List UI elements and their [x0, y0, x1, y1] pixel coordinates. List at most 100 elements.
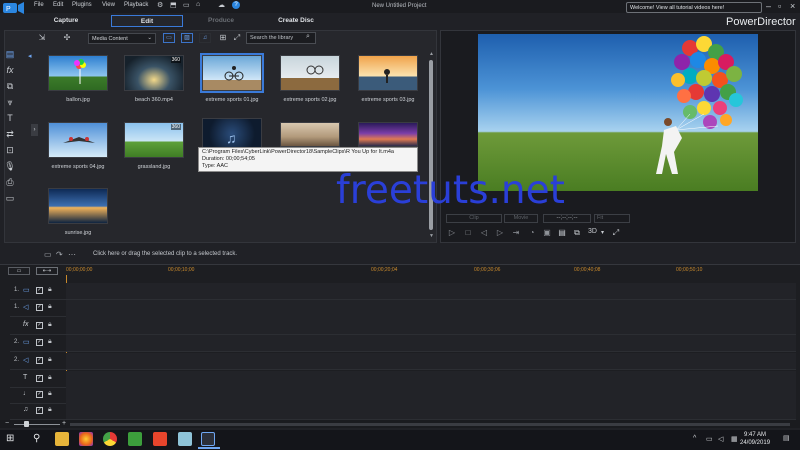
markers-icon[interactable]: ⋯	[68, 250, 76, 259]
media-thumbnail[interactable]: 360	[124, 55, 184, 91]
track-enable-checkbox[interactable]: ✓	[36, 322, 43, 329]
recorder-icon[interactable]	[153, 432, 167, 446]
track-lane[interactable]	[66, 283, 796, 299]
grid-view-icon[interactable]: ⊞	[218, 33, 228, 42]
volume-tray-icon[interactable]: ◁	[718, 435, 723, 443]
3d-mode-button[interactable]: 3D	[588, 228, 597, 235]
media-thumbnail[interactable]	[200, 53, 264, 93]
clock-date[interactable]: 24/09/2019	[740, 440, 770, 446]
plugins-icon[interactable]: ✣	[62, 33, 72, 42]
filter-audio-button[interactable]: ♫	[199, 33, 211, 43]
language-icon[interactable]: ▦	[731, 435, 738, 443]
lock-icon[interactable]: 🔒︎	[48, 406, 52, 414]
media-content-dropdown[interactable]: Media Content ⌄	[88, 33, 156, 44]
menu-view[interactable]: View	[102, 2, 115, 8]
windows-start-icon[interactable]: ⊞	[6, 433, 14, 444]
menu-plugins[interactable]: Plugins	[72, 2, 92, 8]
tab-capture[interactable]: Capture	[31, 15, 101, 27]
cart-icon[interactable]: ⌂	[196, 1, 200, 8]
track-enable-checkbox[interactable]: ✓	[36, 287, 43, 294]
lock-icon[interactable]: 🔒︎	[48, 356, 52, 364]
clock-time[interactable]: 9:47 AM	[744, 432, 766, 438]
pip-room-icon[interactable]: ⧉	[4, 81, 16, 92]
tab-produce[interactable]: Produce	[186, 15, 256, 27]
track-lane[interactable]	[66, 387, 796, 403]
media-thumbnail[interactable]	[358, 122, 418, 147]
lock-icon[interactable]: 🔒︎	[48, 303, 52, 311]
fit-dropdown[interactable]: Fit	[594, 214, 630, 223]
lock-icon[interactable]: 🔒︎	[48, 390, 52, 398]
track-enable-checkbox[interactable]: ✓	[36, 357, 43, 364]
notifications-icon[interactable]: ⬒	[170, 1, 177, 9]
welcome-tutorials-banner[interactable]: Welcome! View all tutorial videos here!	[626, 2, 762, 13]
network-icon[interactable]: ▭	[706, 435, 713, 443]
fx-room-icon[interactable]: fx	[4, 65, 16, 76]
timeline-ruler[interactable]: 00;00;00;00 00;00;10;00 00;00;20;04 00;0…	[66, 266, 796, 275]
scroll-down-icon[interactable]: ▼	[429, 233, 434, 239]
fit-timeline-button[interactable]: ⇤⇥	[36, 267, 58, 275]
tray-expand-icon[interactable]: ^	[693, 435, 696, 442]
zoom-out-icon[interactable]: −	[5, 420, 9, 427]
media-thumbnail[interactable]	[48, 122, 108, 158]
next-frame-icon[interactable]: ▷	[495, 228, 505, 238]
stop-icon[interactable]: □	[463, 228, 473, 238]
snapshot-icon[interactable]: ▣	[542, 228, 552, 238]
minimize-icon[interactable]: –	[766, 1, 771, 11]
subtitle-room-icon[interactable]: ▭	[4, 193, 16, 204]
ripple-edit-icon[interactable]: ↷	[56, 250, 63, 259]
track-enable-checkbox[interactable]: ✓	[36, 375, 43, 382]
powerdirector-taskbar-icon[interactable]	[201, 432, 215, 446]
transition-room-icon[interactable]: ⇄	[4, 129, 16, 140]
track-enable-checkbox[interactable]: ✓	[36, 304, 43, 311]
search-icon[interactable]: ⚲	[33, 433, 40, 444]
track-lane[interactable]	[66, 371, 796, 387]
track-enable-checkbox[interactable]: ✓	[36, 407, 43, 414]
file-explorer-icon[interactable]	[55, 432, 69, 446]
track-manager-icon[interactable]: ▭	[44, 250, 52, 259]
previous-frame-icon[interactable]: ◁	[479, 228, 489, 238]
particle-room-icon[interactable]: ⩔	[4, 97, 16, 108]
fast-forward-icon[interactable]: ⇥	[511, 228, 521, 238]
firefox-icon[interactable]	[79, 432, 93, 446]
import-media-icon[interactable]: ⇲	[37, 33, 47, 42]
clip-mode-button[interactable]: Clip	[446, 214, 502, 223]
timeline-view-button[interactable]: ▭	[8, 267, 30, 275]
undock-icon[interactable]: ⧉	[572, 228, 582, 238]
camtasia-icon[interactable]	[128, 432, 142, 446]
expand-library-icon[interactable]: ›	[31, 124, 38, 136]
lock-icon[interactable]: 🔒︎	[48, 286, 52, 294]
chapter-room-icon[interactable]: ⎙	[4, 177, 16, 188]
tab-create-disc[interactable]: Create Disc	[261, 15, 331, 27]
track-enable-checkbox[interactable]: ✓	[36, 391, 43, 398]
media-thumbnail[interactable]	[48, 188, 108, 224]
timecode-display[interactable]: --;--;--;--	[543, 214, 591, 223]
settings-gear-icon[interactable]: ⚙	[157, 1, 163, 9]
filter-image-button[interactable]: ▨	[181, 33, 193, 43]
close-icon[interactable]: ×	[790, 1, 795, 11]
media-thumbnail[interactable]: 360	[124, 122, 184, 158]
media-thumbnail[interactable]	[280, 55, 340, 91]
notepad-icon[interactable]	[178, 432, 192, 446]
preview-quality-icon[interactable]: ▤	[557, 228, 567, 238]
menu-file[interactable]: File	[34, 2, 44, 8]
help-icon[interactable]: ?	[232, 1, 240, 9]
scroll-up-icon[interactable]: ▲	[429, 51, 434, 57]
tab-edit[interactable]: Edit	[111, 15, 183, 27]
maximize-icon[interactable]: ▫	[778, 1, 781, 11]
expand-view-icon[interactable]: ⤢	[232, 33, 242, 42]
track-enable-checkbox[interactable]: ✓	[36, 339, 43, 346]
filter-video-button[interactable]: ▭	[163, 33, 175, 43]
track-lane[interactable]	[66, 318, 796, 334]
media-room-icon[interactable]: ▤	[4, 49, 16, 60]
display-icon[interactable]: ▭	[183, 1, 190, 9]
lock-icon[interactable]: 🔒︎	[48, 338, 52, 346]
audio-mixing-room-icon[interactable]: ⊡	[4, 145, 16, 156]
media-thumbnail[interactable]	[48, 55, 108, 91]
chrome-icon[interactable]	[103, 432, 117, 446]
zoom-slider[interactable]	[14, 424, 60, 425]
play-icon[interactable]: ▷	[447, 228, 457, 238]
zoom-slider-handle[interactable]	[24, 421, 29, 427]
track-lane[interactable]	[66, 403, 796, 419]
3d-dropdown-icon[interactable]: ▾	[601, 229, 604, 236]
fullscreen-icon[interactable]: ⤢	[611, 228, 621, 238]
